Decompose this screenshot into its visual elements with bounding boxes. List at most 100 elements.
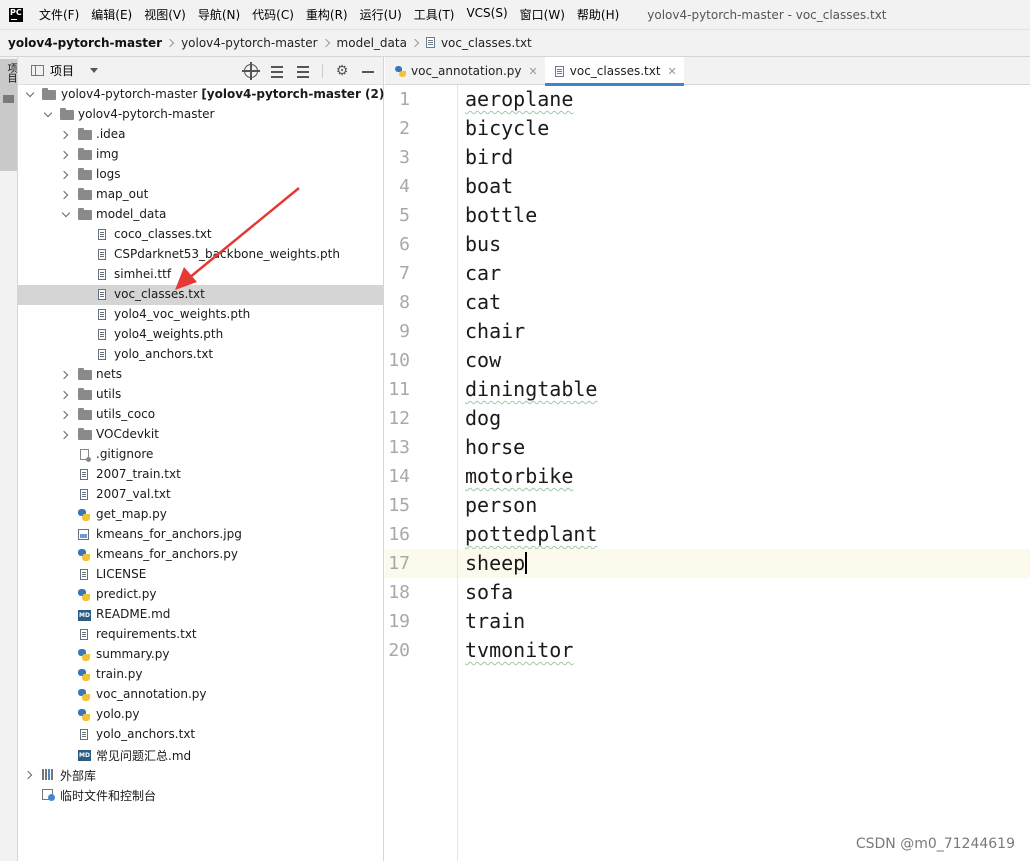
- code-line[interactable]: car: [458, 259, 1030, 288]
- gear-icon[interactable]: ⚙: [335, 64, 349, 78]
- expand-all-icon[interactable]: [270, 64, 284, 78]
- tab-voc-annotation-py[interactable]: voc_annotation.py ✕: [385, 57, 545, 85]
- tree-item-label: predict.py: [96, 587, 157, 601]
- tree-row-idea[interactable]: .idea: [18, 125, 383, 145]
- chevron-right-icon[interactable]: [59, 150, 69, 160]
- tree-row-yolo-py[interactable]: yolo.py: [18, 705, 383, 725]
- tree-row-license[interactable]: LICENSE: [18, 565, 383, 585]
- tree-row-map-out[interactable]: map_out: [18, 185, 383, 205]
- code-line[interactable]: cow: [458, 346, 1030, 375]
- tree-row-kmeans-for-anchors-py[interactable]: kmeans_for_anchors.py: [18, 545, 383, 565]
- chevron-right-icon[interactable]: [23, 770, 33, 780]
- code-line[interactable]: person: [458, 491, 1030, 520]
- tree-row-summary-py[interactable]: summary.py: [18, 645, 383, 665]
- menu-item[interactable]: 运行(U): [360, 6, 402, 23]
- menu-item[interactable]: 重构(R): [306, 6, 348, 23]
- chevron-down-icon[interactable]: [25, 88, 35, 98]
- chevron-right-icon[interactable]: [59, 130, 69, 140]
- code-line[interactable]: boat: [458, 172, 1030, 201]
- tree-row-cspdarknet53-backbone-weights-pth[interactable]: CSPdarknet53_backbone_weights.pth: [18, 245, 383, 265]
- tree-row-voc-annotation-py[interactable]: voc_annotation.py: [18, 685, 383, 705]
- code-line[interactable]: train: [458, 607, 1030, 636]
- tree-row-yolo-anchors-txt[interactable]: yolo_anchors.txt: [18, 345, 383, 365]
- text-file-icon: [80, 729, 88, 740]
- tree-row-yolo4-weights-pth[interactable]: yolo4_weights.pth: [18, 325, 383, 345]
- project-tool-tab[interactable]: 项目: [0, 59, 17, 171]
- tree-row-yolo-anchors-txt[interactable]: yolo_anchors.txt: [18, 725, 383, 745]
- code-line[interactable]: bird: [458, 143, 1030, 172]
- code-line[interactable]: tvmonitor: [458, 636, 1030, 665]
- menu-item[interactable]: 导航(N): [198, 6, 240, 23]
- tab-voc-classes-txt[interactable]: voc_classes.txt ✕: [544, 57, 684, 86]
- tree-row-kmeans-for-anchors-jpg[interactable]: kmeans_for_anchors.jpg: [18, 525, 383, 545]
- tree-row-gitignore[interactable]: .gitignore: [18, 445, 383, 465]
- chevron-right-icon[interactable]: [59, 170, 69, 180]
- tree-row-2007-val-txt[interactable]: 2007_val.txt: [18, 485, 383, 505]
- tree-row-model-data[interactable]: model_data: [18, 205, 383, 225]
- tree-row-readme-md[interactable]: MD README.md: [18, 605, 383, 625]
- tree-row-yolov4-pytorch-master[interactable]: yolov4-pytorch-master: [18, 105, 383, 125]
- chevron-right-icon[interactable]: [59, 390, 69, 400]
- tree-row-nets[interactable]: nets: [18, 365, 383, 385]
- tree-row-get-map-py[interactable]: get_map.py: [18, 505, 383, 525]
- code-line[interactable]: chair: [458, 317, 1030, 346]
- code-line[interactable]: cat: [458, 288, 1030, 317]
- menu-item[interactable]: 工具(T): [414, 6, 455, 23]
- chevron-right-icon[interactable]: [59, 190, 69, 200]
- tree-row-2007-train-txt[interactable]: 2007_train.txt: [18, 465, 383, 485]
- tree-row-item[interactable]: 外部库: [18, 765, 383, 785]
- chevron-right-icon[interactable]: [59, 410, 69, 420]
- tree-row-predict-py[interactable]: predict.py: [18, 585, 383, 605]
- menu-item[interactable]: 帮助(H): [577, 6, 619, 23]
- code-line[interactable]: sofa: [458, 578, 1030, 607]
- code-line[interactable]: pottedplant: [458, 520, 1030, 549]
- hide-panel-icon[interactable]: [361, 64, 375, 78]
- tree-root-row[interactable]: yolov4-pytorch-master [yolov4-pytorch-ma…: [18, 85, 403, 105]
- breadcrumb-module[interactable]: yolov4-pytorch-master: [181, 36, 317, 50]
- chevron-right-icon[interactable]: [59, 430, 69, 440]
- tree-row-img[interactable]: img: [18, 145, 383, 165]
- chevron-down-icon[interactable]: [61, 208, 71, 218]
- menu-item[interactable]: VCS(S): [466, 6, 507, 23]
- breadcrumb-project[interactable]: yolov4-pytorch-master: [8, 36, 162, 50]
- tree-item-label: map_out: [96, 187, 149, 201]
- tree-row-utils[interactable]: utils: [18, 385, 383, 405]
- collapse-all-icon[interactable]: [296, 64, 310, 78]
- code-line[interactable]: sheep: [458, 549, 1030, 578]
- code-line[interactable]: dog: [458, 404, 1030, 433]
- menu-item[interactable]: 窗口(W): [520, 6, 565, 23]
- menu-item[interactable]: 代码(C): [252, 6, 294, 23]
- tree-row-vocdevkit[interactable]: VOCdevkit: [18, 425, 383, 445]
- tree-row-requirements-txt[interactable]: requirements.txt: [18, 625, 383, 645]
- code-line[interactable]: diningtable: [458, 375, 1030, 404]
- code-line-text: boat: [465, 174, 514, 198]
- tree-row-coco-classes-txt[interactable]: coco_classes.txt: [18, 225, 383, 245]
- tree-row-simhei-ttf[interactable]: simhei.ttf: [18, 265, 383, 285]
- tree-row-item[interactable]: 临时文件和控制台: [18, 785, 383, 805]
- tree-row-yolo4-voc-weights-pth[interactable]: yolo4_voc_weights.pth: [18, 305, 383, 325]
- menu-item[interactable]: 文件(F): [39, 6, 79, 23]
- tree-row-utils-coco[interactable]: utils_coco: [18, 405, 383, 425]
- locate-file-icon[interactable]: [242, 62, 260, 80]
- project-panel-title[interactable]: 项目: [50, 62, 74, 79]
- chevron-down-icon[interactable]: [43, 108, 53, 118]
- code-text-area[interactable]: aeroplane bicycle bird boat bottle bus car cat c…: [458, 85, 1030, 861]
- tree-row-md[interactable]: MD 常见问题汇总.md: [18, 745, 383, 765]
- chevron-right-icon[interactable]: [59, 370, 69, 380]
- code-line[interactable]: bicycle: [458, 114, 1030, 143]
- menu-item[interactable]: 编辑(E): [91, 6, 132, 23]
- close-icon[interactable]: ✕: [529, 65, 538, 78]
- breadcrumb-folder[interactable]: model_data: [337, 36, 407, 50]
- code-line[interactable]: bottle: [458, 201, 1030, 230]
- tree-row-voc-classes-txt[interactable]: voc_classes.txt: [18, 285, 383, 305]
- code-line[interactable]: aeroplane: [458, 85, 1030, 114]
- tree-row-train-py[interactable]: train.py: [18, 665, 383, 685]
- close-icon[interactable]: ✕: [668, 65, 677, 78]
- code-line[interactable]: bus: [458, 230, 1030, 259]
- chevron-down-icon[interactable]: [90, 68, 99, 73]
- tree-row-logs[interactable]: logs: [18, 165, 383, 185]
- breadcrumb-file[interactable]: voc_classes.txt: [425, 36, 532, 50]
- menu-item[interactable]: 视图(V): [144, 6, 186, 23]
- code-line[interactable]: horse: [458, 433, 1030, 462]
- code-line[interactable]: motorbike: [458, 462, 1030, 491]
